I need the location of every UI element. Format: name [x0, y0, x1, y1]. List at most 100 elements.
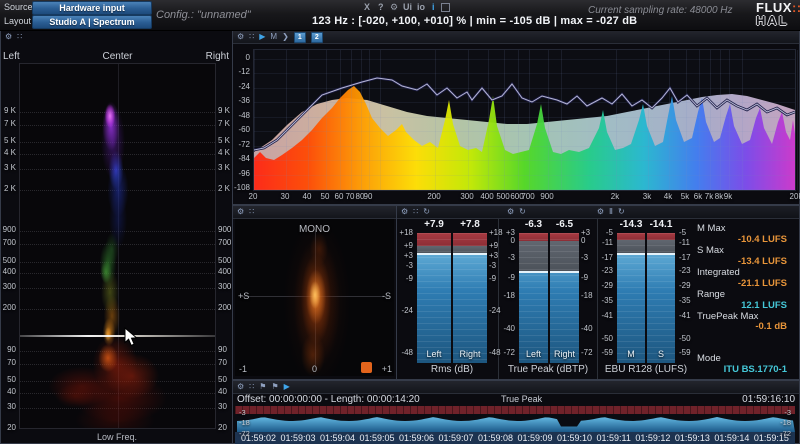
channel-right-label: Right	[205, 51, 229, 62]
window-icon[interactable]	[441, 3, 450, 12]
reset-icon[interactable]: ↻	[618, 207, 625, 217]
db-tick: -96	[238, 169, 250, 178]
freq-tick-right: 7 K	[218, 119, 231, 128]
freq-tick-left: 90	[7, 345, 16, 354]
stat-label: Mode	[697, 353, 721, 364]
info-icon[interactable]: i	[432, 2, 435, 12]
gear-icon[interactable]: ⚙	[5, 32, 12, 42]
vectorscope-display[interactable]: MONO +S -S -1 0 +1	[235, 219, 394, 376]
ui-toggle-icon[interactable]: Ui	[403, 2, 412, 12]
sampling-rate: Current sampling rate: 48000 Hz	[588, 5, 733, 16]
grid-line	[548, 50, 549, 190]
stat-value: -13.4 LUFS	[737, 256, 787, 267]
gear-icon[interactable]: ⚙	[401, 207, 408, 217]
spectrogram-display[interactable]	[19, 63, 216, 429]
analyzer-app: Source Layout Hardware input Studio A | …	[0, 0, 800, 444]
expand-icon[interactable]: ∷	[249, 207, 254, 217]
scale-tick: -40	[503, 324, 515, 333]
scale-tick: -59	[679, 348, 691, 357]
scale-tick: -17	[601, 253, 613, 262]
marker-1-icon[interactable]: ⚑	[259, 382, 266, 392]
freq-tick: 700	[521, 192, 535, 201]
timecode-label: 01:59:06	[399, 433, 435, 443]
db-tick: -60	[238, 125, 250, 134]
play-icon[interactable]: ▶	[284, 382, 290, 392]
meter-bar: M	[617, 233, 645, 363]
freq-tick: 9k	[723, 192, 733, 201]
marker-2-icon[interactable]: ⚑	[271, 382, 278, 392]
timecode-label: 01:59:03	[280, 433, 316, 443]
timecode-ruler[interactable]: 01:59:02 01:59:03 01:59:04 01:59:05 01:59:06…	[235, 432, 795, 444]
help-icon[interactable]: ?	[378, 2, 384, 12]
expand-icon[interactable]: ∷	[17, 32, 22, 42]
freq-tick-left: 300	[2, 282, 16, 291]
io-toggle-icon[interactable]: io	[417, 2, 425, 12]
truepeak-band[interactable]	[235, 406, 795, 414]
plus-one-label: +1	[381, 364, 392, 374]
arrow-button[interactable]: ❯	[282, 32, 289, 42]
gear-icon[interactable]: ⚙	[507, 207, 514, 217]
gear-icon[interactable]: ⚙	[237, 32, 244, 42]
source-select-button[interactable]: Hardware input	[32, 1, 152, 15]
expand-icon[interactable]: ∷	[249, 382, 254, 392]
pause-icon[interactable]: Ⅱ	[609, 207, 613, 217]
scale-tick: -41	[679, 311, 691, 320]
scale-tick: -3	[405, 261, 413, 270]
play-icon[interactable]: ▶	[259, 32, 265, 42]
gear-icon[interactable]: ⚙	[237, 382, 244, 392]
view-1-button[interactable]: 1	[293, 31, 306, 43]
meters-panel: ⚙ ∷ ↻ ⚙ ↻ ⚙ Ⅱ ↻ +18 +18 +9 +9 +3 +3 -3 -3 -9 -9 -2…	[396, 205, 800, 380]
freq-tick-right: 9 K	[218, 106, 231, 115]
grid-line	[742, 50, 743, 190]
stat-label: Range	[697, 289, 725, 300]
freq-tick-right: 700	[218, 238, 232, 247]
meter-title: True Peak (dBTP)	[507, 364, 589, 375]
grid-line	[351, 50, 352, 190]
expand-icon[interactable]: ∷	[249, 32, 254, 42]
scale-tick: -23	[679, 266, 691, 275]
layout-select-button[interactable]: Studio A | Spectrum	[32, 15, 152, 29]
reset-icon[interactable]: ↻	[519, 207, 526, 217]
settings-icon[interactable]: ⚙	[390, 2, 398, 13]
stat-label: TruePeak Max	[697, 311, 759, 322]
grid-line	[488, 50, 489, 190]
view-2-button[interactable]: 2	[310, 31, 323, 43]
db-tick: -3	[239, 408, 246, 417]
freq-tick-right: 2 K	[218, 184, 231, 193]
timecode-label: 01:59:07	[438, 433, 474, 443]
layout-label: Layout	[4, 16, 32, 26]
scale-tick: -3	[489, 261, 497, 270]
spectrogram-panel: ⚙ ∷ Left Center Right Low Freq. 9 K9 K7 …	[0, 30, 233, 444]
scale-tick: -3	[581, 253, 589, 262]
grid-line	[720, 50, 721, 190]
m-button[interactable]: M	[270, 32, 277, 42]
grid-line	[254, 175, 795, 176]
scale-tick: -18	[503, 291, 515, 300]
channel-center-label: Center	[102, 51, 133, 62]
stat-value: -0.1 dB	[755, 321, 787, 332]
grid-line	[326, 50, 327, 190]
gear-icon[interactable]: ⚙	[597, 207, 604, 217]
db-tick: 0	[245, 53, 250, 62]
expand-icon[interactable]: ∷	[413, 207, 418, 217]
zero-label: 0	[312, 364, 318, 374]
scale-tick: -29	[601, 281, 613, 290]
reset-icon[interactable]: ↻	[423, 207, 430, 217]
scale-tick: -24	[489, 306, 501, 315]
gear-icon[interactable]: ⚙	[237, 207, 244, 217]
freq-tick-left: 30	[7, 402, 16, 411]
stat-label: M Max	[697, 223, 726, 234]
scale-tick: -72	[581, 348, 593, 357]
spectrum-display[interactable]	[253, 49, 798, 191]
meter-bar: Left	[417, 233, 451, 363]
close-icon[interactable]: X	[364, 2, 370, 12]
grid-line	[380, 50, 381, 190]
scale-tick: +9	[403, 241, 413, 250]
freq-tick: 900	[540, 192, 554, 201]
grid-line	[254, 50, 255, 190]
offset-length-label: Offset: 00:00:00:00 - Length: 00:00:14:2…	[237, 394, 420, 405]
scale-tick: -35	[601, 296, 613, 305]
minus-s-label: -S	[382, 291, 391, 301]
stat-label: S Max	[697, 245, 724, 256]
waveform-display[interactable]	[235, 414, 795, 432]
